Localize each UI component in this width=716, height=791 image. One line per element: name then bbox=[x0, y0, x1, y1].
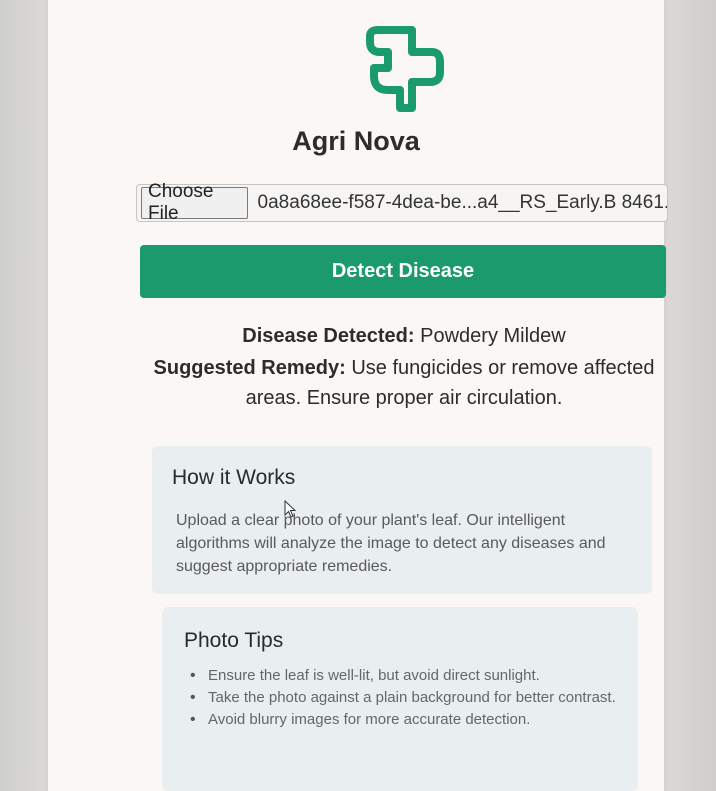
detect-disease-button[interactable]: Detect Disease bbox=[140, 245, 666, 298]
how-it-works-panel: How it Works Upload a clear photo of you… bbox=[152, 446, 652, 594]
main-card: Agri Nova Choose File 0a8a68ee-f587-4dea… bbox=[48, 0, 668, 791]
how-it-works-heading: How it Works bbox=[172, 466, 296, 489]
photo-tips-heading: Photo Tips bbox=[184, 629, 284, 652]
choose-file-button[interactable]: Choose File bbox=[141, 181, 248, 224]
how-it-works-body: Upload a clear photo of your plant's lea… bbox=[176, 512, 606, 575]
plant-sprout-icon bbox=[366, 26, 444, 112]
photo-tips-list: • Ensure the leaf is well-lit, but avoid … bbox=[188, 665, 628, 731]
list-item: • Avoid blurry images for more accurate d… bbox=[190, 711, 531, 728]
remedy-result: Suggested Remedy: Use fungicides or remo… bbox=[144, 353, 664, 413]
disease-value: Powdery Mildew bbox=[420, 325, 566, 347]
mouse-cursor-icon bbox=[284, 500, 296, 518]
app-title: Agri Nova bbox=[292, 126, 420, 156]
list-item: • Ensure the leaf is well-lit, but avoid … bbox=[190, 667, 540, 684]
file-upload-field[interactable]: Choose File 0a8a68ee-f587-4dea-be...a4__… bbox=[136, 181, 668, 224]
remedy-label: Suggested Remedy: bbox=[153, 357, 346, 379]
list-item: • Take the photo against a plain backgrou… bbox=[190, 689, 616, 706]
photo-tips-panel: Photo Tips • Ensure the leaf is well-lit,… bbox=[162, 607, 638, 791]
disease-result: Disease Detected: Powdery Mildew bbox=[144, 321, 664, 351]
selected-file-name: 0a8a68ee-f587-4dea-be...a4__RS_Early.B 8… bbox=[257, 192, 667, 213]
disease-label: Disease Detected: bbox=[242, 325, 415, 347]
